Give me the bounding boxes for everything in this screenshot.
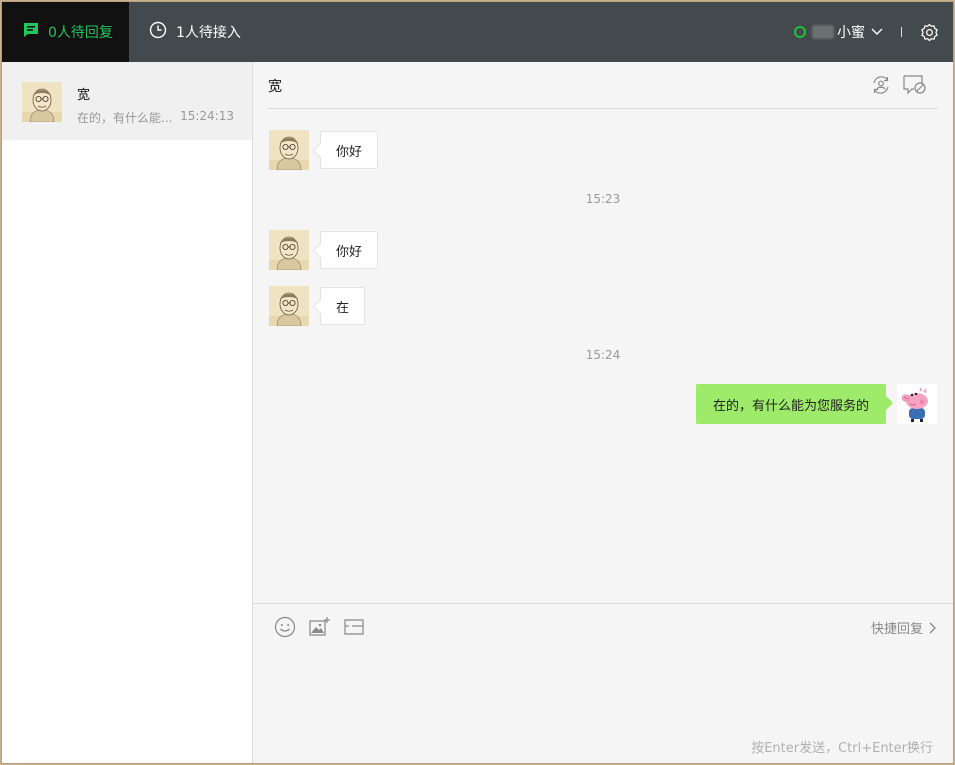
customer-avatar: [22, 82, 62, 122]
message-bubble: 在: [320, 287, 366, 325]
agent-name-label: 小蜜: [837, 25, 865, 41]
customer-avatar: [269, 130, 309, 170]
clock-icon: [149, 21, 167, 43]
app-window: 0人待回复 1人待接入 小蜜 宽 在的，有什么能... 15:24:13 宽 你…: [1, 1, 954, 764]
conversation-item[interactable]: 宽 在的，有什么能... 15:24:13: [2, 62, 252, 140]
tab-pending-reply-label: 0人待回复: [48, 25, 113, 41]
message-input[interactable]: [268, 649, 938, 729]
customer-avatar: [269, 230, 309, 270]
image-icon[interactable]: [308, 616, 332, 642]
message-incoming: 在: [269, 286, 366, 326]
transfer-user-icon[interactable]: [870, 74, 892, 100]
gear-icon[interactable]: [920, 23, 939, 42]
quick-reply-button[interactable]: 快捷回复: [871, 618, 937, 637]
agent-avatar: [897, 384, 937, 424]
chat-header: 宽: [268, 62, 938, 109]
emoji-icon[interactable]: [274, 616, 296, 642]
message-outgoing: 在的，有什么能为您服务的: [695, 384, 937, 424]
composer: 快捷回复 按Enter发送，Ctrl+Enter换行: [253, 603, 953, 763]
chevron-down-icon: [871, 24, 883, 40]
message-bubble: 你好: [320, 131, 379, 169]
conversation-preview: 在的，有什么能...: [77, 111, 173, 125]
timestamp: 15:24: [585, 348, 621, 362]
message-bubble: 你好: [320, 231, 379, 269]
tab-waiting-access[interactable]: 1人待接入: [149, 2, 241, 62]
message-incoming: 你好: [269, 230, 379, 270]
chat-panel: 宽 你好 15:23 你好 在 15:24 在的，有什么能为您服务的 快捷回复 …: [253, 62, 953, 763]
screenshot-icon[interactable]: [342, 616, 364, 642]
conversation-list: 宽 在的，有什么能... 15:24:13: [2, 62, 253, 763]
tab-waiting-access-label: 1人待接入: [176, 25, 241, 41]
chevron-right-icon: [929, 622, 936, 633]
customer-avatar: [269, 286, 309, 326]
message-bubble-outgoing: 在的，有什么能为您服务的: [695, 384, 886, 424]
online-status-icon: [794, 26, 806, 38]
message-incoming: 你好: [269, 130, 379, 170]
redacted-name: [812, 25, 834, 39]
message-list: 你好 15:23 你好 在 15:24 在的，有什么能为您服务的: [253, 108, 953, 603]
divider: [901, 27, 902, 37]
top-bar: 0人待回复 1人待接入 小蜜: [2, 2, 953, 62]
tab-pending-reply[interactable]: 0人待回复: [2, 2, 129, 62]
end-chat-icon[interactable]: [902, 74, 928, 100]
chat-bubble-icon: [23, 22, 39, 42]
conversation-time: 15:24:13: [180, 109, 234, 123]
timestamp: 15:23: [585, 192, 621, 206]
agent-menu[interactable]: 小蜜: [812, 22, 883, 42]
quick-reply-label: 快捷回复: [870, 622, 923, 637]
conversation-name: 宽: [77, 88, 91, 103]
send-hint: 按Enter发送，Ctrl+Enter换行: [751, 741, 933, 756]
chat-title: 宽: [268, 79, 282, 95]
